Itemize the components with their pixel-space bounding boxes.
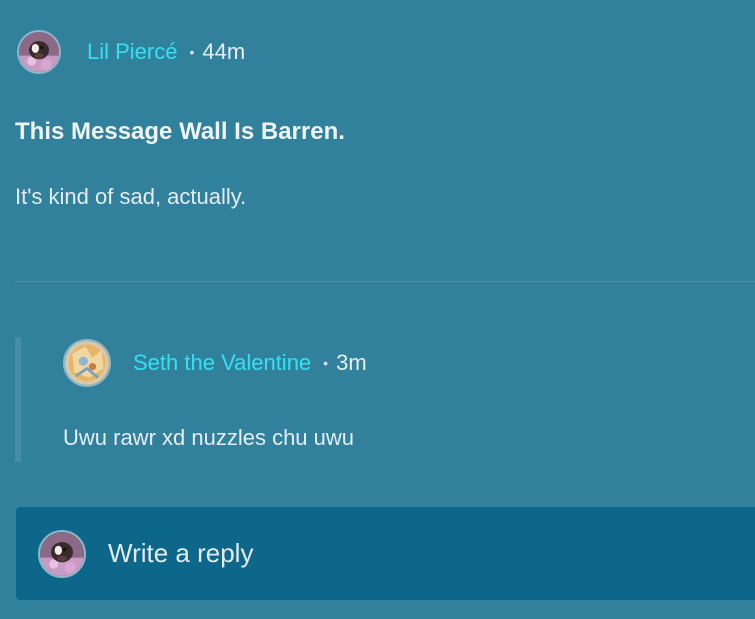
reply-item: Seth the Valentine • 3m Uwu rawr xd nuzz… — [15, 337, 755, 462]
post-header: Lil Piercé • 44m — [17, 30, 245, 74]
post-divider — [15, 281, 755, 282]
write-reply-box[interactable] — [16, 507, 755, 600]
current-user-avatar — [38, 529, 86, 578]
meta-separator: • — [323, 355, 329, 371]
reply-author-link[interactable]: Seth the Valentine — [133, 350, 311, 376]
post-timestamp[interactable]: 44m — [202, 39, 245, 65]
meta-separator: • — [189, 44, 195, 60]
user-avatar-icon — [19, 32, 59, 72]
user-avatar-icon — [40, 531, 84, 576]
post-author-avatar[interactable] — [17, 30, 61, 74]
reply-author-avatar[interactable] — [63, 339, 111, 387]
post-author-link[interactable]: Lil Piercé — [87, 39, 177, 65]
reply-header: Seth the Valentine • 3m — [63, 339, 367, 387]
reply-timestamp[interactable]: 3m — [336, 350, 367, 376]
post-body: It's kind of sad, actually. — [15, 184, 247, 209]
reply-input[interactable] — [108, 533, 755, 574]
user-avatar-icon — [65, 341, 109, 385]
post-title: This Message Wall Is Barren. — [15, 118, 345, 145]
reply-body: Uwu rawr xd nuzzles chu uwu — [63, 425, 355, 450]
message-wall-thread: Lil Piercé • 44m This Message Wall Is Ba… — [0, 0, 755, 619]
